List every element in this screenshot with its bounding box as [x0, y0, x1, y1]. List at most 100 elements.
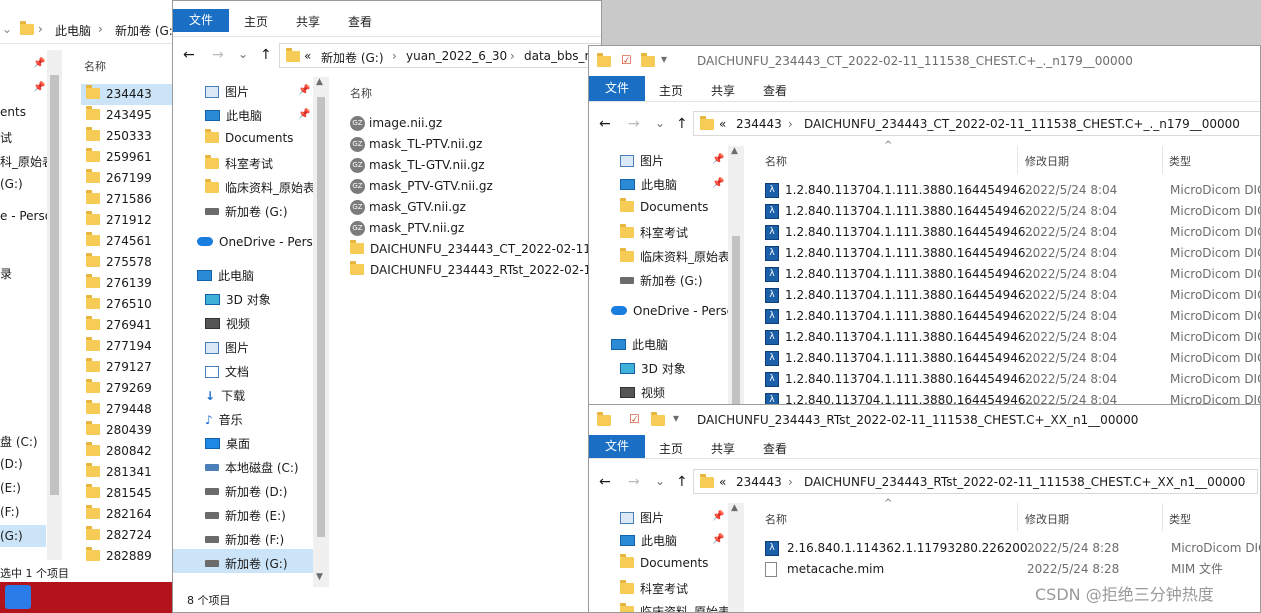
nav-item-thispc-root[interactable]: 此电脑 [197, 267, 254, 284]
chevron-down-icon[interactable]: ⌄ [2, 22, 12, 36]
column-header-name[interactable]: 名称 [84, 58, 106, 74]
nav-item-documents[interactable]: Documents [205, 129, 293, 145]
address-segment-234443[interactable]: 234443 [736, 475, 782, 489]
table-row[interactable]: λ 1.2.840.113704.1.111.3880.164454946... 2… [765, 222, 1260, 243]
chevron-down-icon[interactable]: ⌄ [655, 474, 665, 488]
address-bar[interactable]: « 新加卷 (G:) › yuan_2022_6_30 › data_bbs_r… [279, 43, 601, 68]
nav-item-g-selected[interactable]: (G:) [0, 525, 46, 547]
nav-item-documents[interactable]: Documents [620, 554, 708, 570]
nav-item-documents[interactable]: ents [0, 105, 26, 119]
nav-item-videos[interactable]: 视频 [205, 315, 250, 332]
column-header-type[interactable]: 类型 [1169, 153, 1191, 169]
nav-item-clinical[interactable]: 科_原始表 [0, 153, 54, 170]
list-item[interactable]: 259961 [81, 147, 173, 168]
up-icon[interactable]: ↑ [676, 474, 688, 490]
table-row[interactable]: λ 1.2.840.113704.1.111.3880.164454946... 2… [765, 306, 1260, 327]
list-item[interactable]: 282724 [81, 525, 173, 546]
table-row[interactable]: λ 1.2.840.113704.1.111.3880.164454946... 2… [765, 327, 1260, 348]
table-row[interactable]: λ 1.2.840.113704.1.111.3880.164454946... 2… [765, 264, 1260, 285]
address-overflow[interactable]: « [719, 117, 726, 131]
nav-item-vol-e[interactable]: 新加卷 (E:) [205, 507, 286, 524]
list-item[interactable]: DAICHUNFU_234443_RTst_2022-02-11_ [350, 260, 601, 281]
list-item[interactable]: 276139 [81, 273, 173, 294]
nav-item-local-c[interactable]: 本地磁盘 (C:) [205, 459, 299, 476]
table-row[interactable]: λ 1.2.840.113704.1.111.3880.164454946... 2… [765, 369, 1260, 390]
list-item[interactable]: 271586 [81, 189, 173, 210]
nav-item-pictures[interactable]: 图片 [205, 83, 249, 100]
table-row[interactable]: λ 1.2.840.113704.1.111.3880.164454946... 2… [765, 285, 1260, 306]
address-segment-rtst[interactable]: DAICHUNFU_234443_RTst_2022-02-11_111538_… [804, 475, 1245, 489]
nav-item-newvol-g[interactable]: 新加卷 (G:) [205, 203, 288, 220]
breadcrumb[interactable]: ⌄ › 此电脑 › 新加卷 (G: [0, 14, 180, 44]
address-segment-234443[interactable]: 234443 [736, 117, 782, 131]
nav-item-vol-g[interactable]: (G:) [0, 177, 23, 191]
nav-item-clinical[interactable]: 临床资料_原始表 [620, 248, 730, 265]
table-row[interactable]: λ 2.16.840.1.114362.1.11793280.226200... 2… [765, 538, 1260, 559]
list-item[interactable]: 276510 [81, 294, 173, 315]
nav-item-pictures[interactable]: 图片 [620, 152, 664, 169]
breadcrumb-thispc[interactable]: 此电脑 [55, 22, 91, 39]
nav-item-dept-exam[interactable]: 科室考试 [205, 155, 273, 172]
column-header-name[interactable]: 名称 [765, 153, 787, 169]
list-item[interactable]: 282889 [81, 546, 173, 567]
tab-home[interactable]: 主页 [659, 82, 683, 99]
forward-icon[interactable]: → [628, 474, 640, 490]
list-item[interactable]: 243495 [81, 105, 173, 126]
nav-item-onedrive[interactable]: OneDrive - Perso [611, 304, 734, 318]
forward-icon[interactable]: → [212, 47, 224, 63]
nav-item-onedrive[interactable]: OneDrive - Perso [197, 235, 320, 249]
table-row[interactable]: λ 1.2.840.113704.1.111.3880.164454946... 2… [765, 201, 1260, 222]
list-item[interactable]: 279127 [81, 357, 173, 378]
address-segment-ct[interactable]: DAICHUNFU_234443_CT_2022-02-11_111538_CH… [804, 117, 1240, 131]
list-item[interactable]: 271912 [81, 210, 173, 231]
nav-item-e[interactable]: (E:) [0, 481, 21, 495]
up-icon[interactable]: ↑ [676, 116, 688, 132]
address-bar[interactable]: « 234443 › DAICHUNFU_234443_RTst_2022-02… [693, 469, 1258, 494]
column-header-name[interactable]: 名称 [350, 85, 372, 101]
nav-item-thispc[interactable]: 此电脑 [205, 107, 262, 124]
nav-item-c[interactable]: 盘 (C:) [0, 433, 38, 450]
tab-share[interactable]: 共享 [296, 13, 320, 30]
address-segment-data[interactable]: data_bbs_re [524, 49, 597, 63]
list-item[interactable]: 267199 [81, 168, 173, 189]
customize-icon[interactable]: ▾ [673, 411, 679, 425]
tab-file[interactable]: 文件 [589, 76, 645, 101]
tab-share[interactable]: 共享 [711, 82, 735, 99]
list-item[interactable]: 276941 [81, 315, 173, 336]
breadcrumb-volume[interactable]: 新加卷 (G: [115, 22, 173, 39]
nav-item-dept-exam[interactable]: 科室考试 [620, 224, 688, 241]
list-item[interactable]: 274561 [81, 231, 173, 252]
list-item[interactable]: 279269 [81, 378, 173, 399]
nav-item-vol-f[interactable]: 新加卷 (F:) [205, 531, 284, 548]
nav-item-downloads[interactable]: ↓ 下载 [205, 387, 245, 404]
list-item[interactable]: 234443 [81, 84, 173, 105]
nav-item-d[interactable]: (D:) [0, 457, 23, 471]
nav-item-exam[interactable]: 试 [0, 129, 12, 146]
nav-item-record[interactable]: 录 [0, 265, 12, 282]
nav-item-3d-objects[interactable]: 3D 对象 [620, 360, 686, 377]
nav-item-videos[interactable]: 视频 [620, 384, 665, 401]
list-item[interactable]: DAICHUNFU_234443_CT_2022-02-11_ [350, 239, 597, 260]
nav-item-vol-g[interactable]: 新加卷 (G:) [205, 555, 288, 572]
forward-icon[interactable]: → [628, 116, 640, 132]
list-item[interactable]: 250333 [81, 126, 173, 147]
tab-home[interactable]: 主页 [659, 440, 683, 457]
properties-icon[interactable]: ☑ [629, 412, 640, 426]
nav-item-pictures2[interactable]: 图片 [205, 339, 249, 356]
column-header-modified[interactable]: 修改日期 [1025, 153, 1069, 169]
back-icon[interactable]: ← [599, 474, 611, 490]
nav-item-newvol-g[interactable]: 新加卷 (G:) [620, 272, 703, 289]
customize-icon[interactable]: ▾ [661, 52, 667, 66]
nav-scrollbar[interactable] [47, 50, 62, 560]
nav-item-documents[interactable]: Documents [620, 198, 708, 214]
nav-item-clinical[interactable]: 临床资料_原始表 [620, 603, 730, 612]
list-item[interactable]: 275578 [81, 252, 173, 273]
list-item[interactable]: GZ mask_PTV.nii.gz [350, 218, 464, 239]
tab-view[interactable]: 查看 [763, 440, 787, 457]
nav-item-thispc[interactable]: 此电脑 [620, 532, 677, 549]
list-item[interactable]: 280439 [81, 420, 173, 441]
column-header-modified[interactable]: 修改日期 [1025, 511, 1069, 527]
chevron-down-icon[interactable]: ⌄ [238, 47, 248, 61]
nav-scrollbar[interactable]: ▲ ▼ [313, 77, 329, 587]
table-row[interactable]: λ 1.2.840.113704.1.111.3880.164454946... 2… [765, 243, 1260, 264]
